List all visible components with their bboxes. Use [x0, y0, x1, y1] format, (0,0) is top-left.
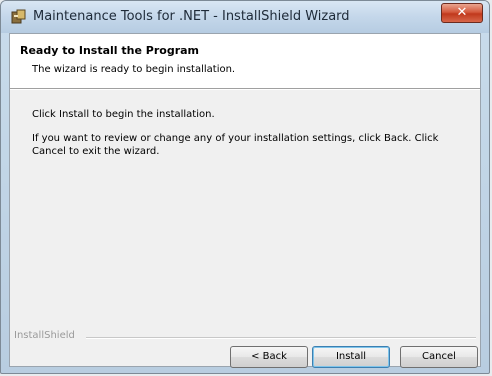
review-settings-text: If you want to review or change any of y…: [32, 133, 439, 157]
header-banner: Ready to Install the Program The wizard …: [10, 34, 480, 89]
close-icon: ✕: [456, 5, 468, 20]
installer-window: Maintenance Tools for .NET - InstallShie…: [0, 0, 490, 374]
wizard-client-area: Ready to Install the Program The wizard …: [9, 33, 481, 368]
back-button[interactable]: < Back: [230, 346, 308, 368]
installer-app-icon: [11, 9, 26, 24]
close-button[interactable]: ✕: [441, 3, 483, 23]
installshield-brand: InstallShield: [14, 330, 75, 341]
title-bar[interactable]: Maintenance Tools for .NET - InstallShie…: [1, 1, 489, 33]
window-title: Maintenance Tools for .NET - InstallShie…: [33, 9, 350, 24]
install-button[interactable]: Install: [312, 346, 390, 368]
cancel-button[interactable]: Cancel: [400, 346, 478, 368]
page-subtitle: The wizard is ready to begin installatio…: [32, 64, 236, 75]
banner-divider: [10, 89, 480, 90]
page-title: Ready to Install the Program: [20, 44, 200, 57]
instruction-text: Click Install to begin the installation.: [32, 109, 215, 120]
footer-divider: [86, 337, 476, 339]
